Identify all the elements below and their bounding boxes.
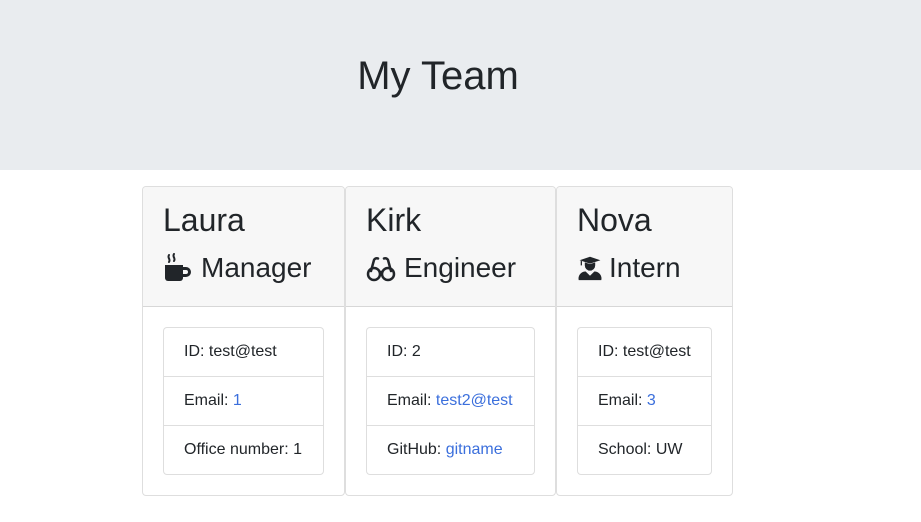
id-label: ID: xyxy=(184,343,205,360)
employee-role-label: Manager xyxy=(201,252,312,283)
office-number-value: 1 xyxy=(293,441,302,458)
email-label: Email: xyxy=(598,392,643,409)
email-link[interactable]: test2@test xyxy=(436,389,513,413)
employee-school: School: UW xyxy=(578,425,711,474)
id-value: 2 xyxy=(411,343,421,360)
employee-id: ID: test@test xyxy=(164,328,323,376)
employee-name: Laura xyxy=(163,202,245,238)
employee-role: Engineer xyxy=(366,249,516,287)
employee-email: Email: 3 xyxy=(578,376,711,425)
employee-id: ID: test@test xyxy=(578,328,711,376)
email-label: Email: xyxy=(184,392,229,409)
employee-github: GitHub: gitname xyxy=(367,425,534,474)
card-header: Nova Intern xyxy=(557,187,732,307)
employee-role-label: Engineer xyxy=(404,252,517,283)
id-value: test@test xyxy=(622,343,691,360)
employee-email: Email: test2@test xyxy=(367,376,534,425)
employee-card-engineer: Kirk Engineer ID: 2 Email: test2@test Gi… xyxy=(345,186,556,496)
office-number-label: Office number: xyxy=(184,441,289,458)
id-label: ID: xyxy=(387,343,408,360)
github-label: GitHub: xyxy=(387,441,442,458)
employee-office-number: Office number: 1 xyxy=(164,425,323,474)
email-label: Email: xyxy=(387,392,432,409)
employee-card-intern: Nova Intern ID: test@test Email: 3 Schoo… xyxy=(556,186,733,496)
employee-role: Manager xyxy=(163,249,312,287)
school-label: School: xyxy=(598,441,652,458)
employee-details-list: ID: test@test Email: 3 School: UW xyxy=(577,327,712,475)
glasses-icon xyxy=(366,253,396,283)
school-value: UW xyxy=(655,441,683,458)
employee-email: Email: 1 xyxy=(164,376,323,425)
email-link[interactable]: 1 xyxy=(233,389,242,413)
card-header: Kirk Engineer xyxy=(346,187,555,307)
id-label: ID: xyxy=(598,343,619,360)
user-graduate-icon xyxy=(577,253,603,283)
page-title: My Team xyxy=(357,54,519,98)
employee-role-label: Intern xyxy=(609,252,681,283)
employee-id: ID: 2 xyxy=(367,328,534,376)
employee-details-list: ID: test@test Email: 1 Office number: 1 xyxy=(163,327,324,475)
github-link[interactable]: gitname xyxy=(446,438,503,462)
card-header: Laura Manager xyxy=(143,187,344,307)
employee-name: Nova xyxy=(577,202,652,238)
employee-role: Intern xyxy=(577,249,681,287)
mug-hot-icon xyxy=(163,253,193,283)
id-value: test@test xyxy=(208,343,277,360)
email-link[interactable]: 3 xyxy=(647,389,656,413)
employee-name: Kirk xyxy=(366,202,422,238)
employee-card-manager: Laura Manager ID: test@test Email: 1 Off… xyxy=(142,186,345,496)
employee-details-list: ID: 2 Email: test2@test GitHub: gitname xyxy=(366,327,535,475)
team-header-banner: My Team xyxy=(0,0,921,170)
